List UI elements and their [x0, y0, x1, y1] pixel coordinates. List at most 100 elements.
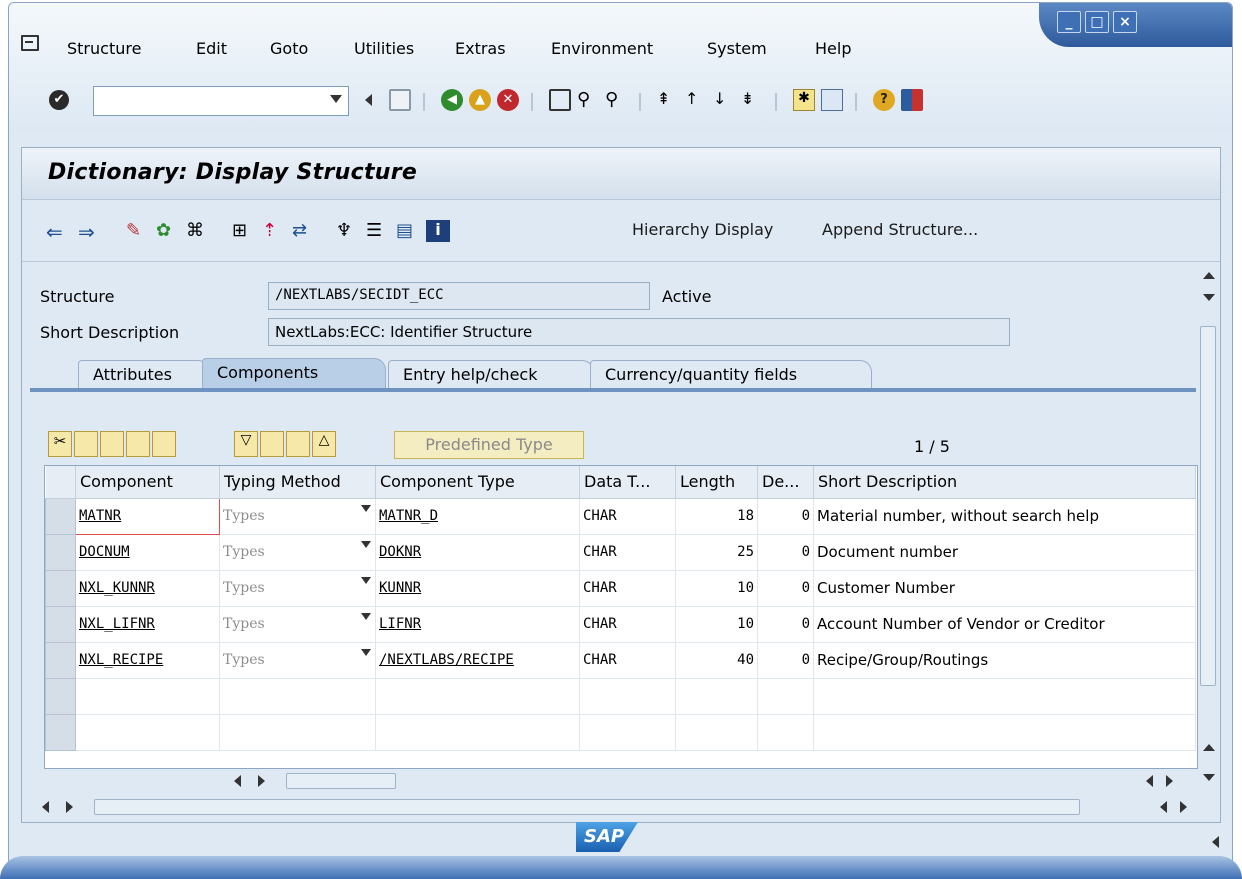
- insert-row-icon[interactable]: [126, 431, 150, 457]
- data-type-cell[interactable]: CHAR: [579, 498, 676, 535]
- scroll-thumb[interactable]: [286, 773, 396, 789]
- menu-system[interactable]: System: [707, 39, 767, 58]
- scroll-left-icon[interactable]: [1146, 775, 1153, 787]
- layout-menu-icon[interactable]: [901, 89, 923, 111]
- component-cell[interactable]: NXL_KUNNR: [75, 570, 220, 607]
- scroll-right-icon[interactable]: [258, 775, 265, 787]
- length-cell[interactable]: 18: [675, 498, 758, 535]
- chevron-down-icon[interactable]: [361, 648, 371, 656]
- scroll-left-icon[interactable]: [42, 801, 49, 813]
- component-type-cell[interactable]: /NEXTLABS/RECIPE: [375, 642, 580, 679]
- back-arrow-icon[interactable]: [361, 89, 383, 111]
- command-field[interactable]: [93, 86, 349, 116]
- generate-shortcut-icon[interactable]: [821, 89, 843, 111]
- scroll-right-icon[interactable]: [1166, 775, 1173, 787]
- table-row[interactable]: [45, 677, 1196, 715]
- scroll-up-icon[interactable]: [1203, 744, 1215, 751]
- typing-method-select[interactable]: [219, 678, 376, 715]
- status-bar-toggle-icon[interactable]: [1212, 836, 1219, 848]
- decimals-cell[interactable]: 0: [757, 570, 814, 607]
- typing-method-select[interactable]: [219, 714, 376, 751]
- short-description-cell[interactable]: Material number, without search help: [813, 498, 1196, 535]
- minimize-button[interactable]: _: [1057, 11, 1081, 33]
- short-description-cell[interactable]: [813, 678, 1196, 715]
- scroll-thumb[interactable]: [94, 799, 1080, 815]
- table-row[interactable]: MATNR Types MATNR_D CHAR 18 0 Material n…: [45, 497, 1196, 535]
- row-selector[interactable]: [45, 713, 76, 751]
- info-icon[interactable]: i: [426, 220, 450, 242]
- select-all-cell[interactable]: [45, 466, 76, 499]
- scroll-right-icon[interactable]: [1180, 801, 1187, 813]
- table-row[interactable]: NXL_KUNNR Types KUNNR CHAR 10 0 Customer…: [45, 569, 1196, 607]
- menu-utilities[interactable]: Utilities: [354, 39, 414, 58]
- row-selector[interactable]: [45, 677, 76, 715]
- find-next-icon[interactable]: ⚲: [605, 89, 627, 111]
- column-header[interactable]: Length: [675, 466, 758, 499]
- row-selector[interactable]: [45, 569, 76, 607]
- component-type-cell[interactable]: LIFNR: [375, 606, 580, 643]
- column-header[interactable]: Short Description: [813, 466, 1196, 499]
- menu-goto[interactable]: Goto: [270, 39, 308, 58]
- column-header[interactable]: Component Type: [375, 466, 580, 499]
- component-type-cell[interactable]: [375, 714, 580, 751]
- table-row[interactable]: NXL_LIFNR Types LIFNR CHAR 10 0 Account …: [45, 605, 1196, 643]
- tab-attributes[interactable]: Attributes: [78, 360, 210, 388]
- menu-structure[interactable]: Structure: [67, 39, 141, 58]
- chevron-down-icon[interactable]: [361, 576, 371, 584]
- data-type-cell[interactable]: CHAR: [579, 606, 676, 643]
- system-menu-icon[interactable]: [21, 35, 39, 51]
- horizontal-scrollbar[interactable]: [32, 796, 1202, 818]
- next-page-icon[interactable]: ↓: [713, 89, 735, 111]
- forward-arrow-icon[interactable]: ⇒: [78, 220, 102, 244]
- back-arrow-icon[interactable]: ⇐: [46, 220, 70, 244]
- menu-extras[interactable]: Extras: [455, 39, 506, 58]
- column-header[interactable]: Component: [75, 466, 220, 499]
- remove-icon[interactable]: [286, 431, 310, 457]
- decimals-cell[interactable]: 0: [757, 606, 814, 643]
- typing-method-select[interactable]: Types: [219, 570, 376, 607]
- typing-method-select[interactable]: Types: [219, 606, 376, 643]
- print-icon[interactable]: [549, 89, 571, 111]
- navigate-icon[interactable]: ⇄: [292, 220, 316, 242]
- tab-entry-help[interactable]: Entry help/check: [388, 360, 594, 388]
- component-cell[interactable]: [75, 714, 220, 751]
- decimals-cell[interactable]: 0: [757, 642, 814, 679]
- table-icon[interactable]: ▤: [396, 220, 420, 242]
- short-description-cell[interactable]: Account Number of Vendor or Creditor: [813, 606, 1196, 643]
- data-type-cell[interactable]: CHAR: [579, 534, 676, 571]
- component-cell[interactable]: NXL_RECIPE: [75, 642, 220, 679]
- scroll-down-icon[interactable]: [1203, 774, 1215, 781]
- menu-edit[interactable]: Edit: [196, 39, 227, 58]
- component-cell[interactable]: MATNR: [75, 497, 220, 535]
- component-type-cell[interactable]: MATNR_D: [375, 498, 580, 535]
- length-cell[interactable]: [675, 714, 758, 751]
- table-row[interactable]: DOCNUM Types DOKNR CHAR 25 0 Document nu…: [45, 533, 1196, 571]
- scroll-thumb[interactable]: [1200, 326, 1216, 686]
- chevron-down-icon[interactable]: [330, 95, 342, 103]
- typing-method-select[interactable]: Types: [219, 642, 376, 679]
- column-header[interactable]: De...: [757, 466, 814, 499]
- component-cell[interactable]: NXL_LIFNR: [75, 606, 220, 643]
- length-cell[interactable]: 40: [675, 642, 758, 679]
- component-cell[interactable]: [75, 678, 220, 715]
- display-change-icon[interactable]: ✎: [126, 220, 150, 242]
- table-row[interactable]: [45, 713, 1196, 751]
- first-page-icon[interactable]: ⇞: [657, 89, 679, 111]
- enter-icon[interactable]: ✔: [49, 90, 69, 110]
- list-icon[interactable]: ☰: [366, 220, 390, 242]
- last-page-icon[interactable]: ⇟: [741, 89, 763, 111]
- grid-horizontal-scrollbar[interactable]: [214, 770, 1194, 792]
- check-icon[interactable]: ✿: [156, 220, 180, 242]
- create-session-icon[interactable]: ✱: [793, 89, 815, 111]
- expand-icon[interactable]: ▽: [234, 431, 258, 457]
- find-icon[interactable]: ⚲: [577, 89, 599, 111]
- short-description-cell[interactable]: Recipe/Group/Routings: [813, 642, 1196, 679]
- exit-icon[interactable]: ▲: [469, 89, 491, 111]
- length-cell[interactable]: [675, 678, 758, 715]
- short-description-cell[interactable]: Customer Number: [813, 570, 1196, 607]
- hierarchy-icon[interactable]: ♆: [336, 220, 360, 242]
- save-icon[interactable]: [389, 89, 411, 111]
- help-icon[interactable]: ?: [873, 89, 895, 111]
- short-description-cell[interactable]: [813, 714, 1196, 751]
- decimals-cell[interactable]: [757, 714, 814, 751]
